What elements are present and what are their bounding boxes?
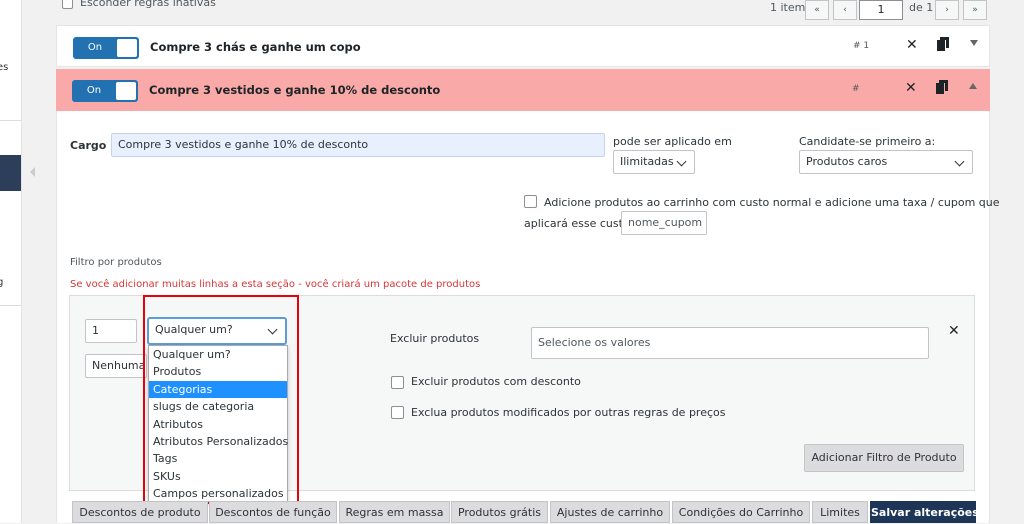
sidebar-divider (0, 305, 21, 306)
apply-select[interactable]: Ilimitadas (613, 150, 695, 174)
sidebar-active-item[interactable] (0, 155, 21, 191)
remove-filter-icon[interactable]: ✕ (948, 323, 960, 339)
filter-type-select[interactable]: Qualquer um? (148, 318, 286, 344)
admin-sidebar: es g (0, 0, 22, 523)
tab-free-products[interactable]: Produtos grátis (451, 501, 548, 523)
rule-toggle[interactable]: On (72, 80, 138, 102)
toggle-knob (117, 39, 137, 57)
tab-product-discounts[interactable]: Descontos de produto (72, 501, 208, 523)
item-count: 1 item (770, 1, 806, 14)
exclude-modified-label: Exclua produtos modificados por outras r… (411, 406, 726, 419)
cargo-input[interactable]: Compre 3 vestidos e ganhe 10% de descont… (111, 133, 605, 157)
add-products-checkbox[interactable] (524, 195, 537, 208)
rule-title: Compre 3 chás e ganhe um copo (150, 40, 361, 54)
secondary-select[interactable]: Nenhuma (85, 354, 147, 378)
copy-icon[interactable] (936, 80, 948, 94)
tab-role-discounts[interactable]: Descontos de função (209, 501, 337, 523)
rule-toggle[interactable]: On (73, 37, 139, 59)
dropdown-option[interactable]: Campos personalizados (149, 485, 287, 502)
copy-icon[interactable] (937, 37, 949, 51)
toggle-label: On (87, 42, 103, 53)
candidate-select[interactable]: Produtos caros (799, 150, 973, 174)
tab-limits[interactable]: Limites (812, 501, 868, 523)
filter-warning: Se você adicionar muitas linhas a esta s… (70, 279, 481, 290)
chevron-down-icon[interactable] (970, 40, 978, 46)
tab-cart-adjustments[interactable]: Ajustes de carrinho (550, 501, 670, 523)
exclude-modified-checkbox[interactable] (391, 406, 404, 419)
filter-title: Filtro por produtos (70, 257, 162, 268)
rule-title: Compre 3 vestidos e ganhe 10% de descont… (149, 83, 441, 97)
dropdown-option[interactable]: slugs de categoria (149, 398, 287, 415)
rule-number: # 1 (853, 41, 870, 51)
exclude-discounted-label: Excluir produtos com desconto (411, 375, 581, 388)
chevron-up-icon[interactable] (969, 83, 977, 89)
sidebar-fragment[interactable]: es (0, 62, 8, 73)
page-input[interactable]: 1 (859, 0, 903, 20)
top-toolbar: Esconder regras inativas 1 item « ‹ 1 de… (56, 0, 990, 22)
exclude-products-label: Excluir produtos (390, 332, 480, 345)
first-page-button[interactable]: « (805, 0, 829, 20)
hide-inactive-label: Esconder regras inativas (80, 0, 216, 9)
add-product-filter-button[interactable]: Adicionar Filtro de Produto (804, 444, 964, 472)
close-icon[interactable]: ✕ (905, 80, 917, 96)
tab-bulk-rules[interactable]: Regras em massa (339, 501, 450, 523)
dropdown-option[interactable]: SKUs (149, 468, 287, 485)
prev-page-button[interactable]: ‹ (833, 0, 857, 20)
dropdown-option[interactable]: Qualquer um? (149, 346, 287, 363)
collapse-arrow-icon[interactable] (30, 167, 35, 177)
close-icon[interactable]: ✕ (906, 37, 918, 53)
add-products-text: Adicione produtos ao carrinho com custo … (544, 196, 1000, 209)
candidate-label: Candidate-se primeiro a: (799, 135, 936, 148)
toggle-label: On (86, 85, 102, 96)
dropdown-option[interactable]: Atributos Personalizados (149, 433, 288, 450)
tab-cart-conditions[interactable]: Condições do Carrinho (672, 501, 810, 523)
dropdown-option[interactable]: Produtos (149, 363, 287, 380)
exclude-discounted-checkbox[interactable] (391, 376, 404, 389)
rule-number: # (852, 84, 860, 94)
hide-inactive-checkbox[interactable] (62, 0, 73, 9)
dropdown-option[interactable]: Atributos (149, 416, 287, 433)
dropdown-option[interactable]: Tags (149, 450, 287, 467)
apply-label: pode ser aplicado em (613, 135, 732, 148)
save-changes-button[interactable]: Salvar alterações (870, 501, 979, 523)
toggle-knob (116, 82, 136, 100)
exclude-products-input[interactable]: Selecione os valores (531, 327, 929, 359)
dropdown-option-highlighted[interactable]: Categorias (149, 380, 287, 399)
cargo-label: Cargo (70, 139, 107, 152)
sidebar-divider (0, 120, 21, 121)
rule-row-active[interactable]: On Compre 3 vestidos e ganhe 10% de desc… (56, 69, 990, 111)
filter-type-dropdown[interactable]: Qualquer um? Produtos Categorias slugs d… (148, 345, 288, 502)
next-page-button[interactable]: › (935, 0, 959, 20)
coupon-name-input[interactable]: nome_cupom (621, 211, 707, 235)
add-products-text: aplicará esse custo (524, 217, 630, 230)
quantity-input[interactable]: 1 (85, 319, 137, 343)
sidebar-fragment[interactable]: g (0, 277, 3, 288)
last-page-button[interactable]: » (963, 0, 987, 20)
rule-row[interactable]: On Compre 3 chás e ganhe um copo # 1 ✕ (56, 25, 990, 67)
page-of-label: de 1 (909, 1, 934, 14)
